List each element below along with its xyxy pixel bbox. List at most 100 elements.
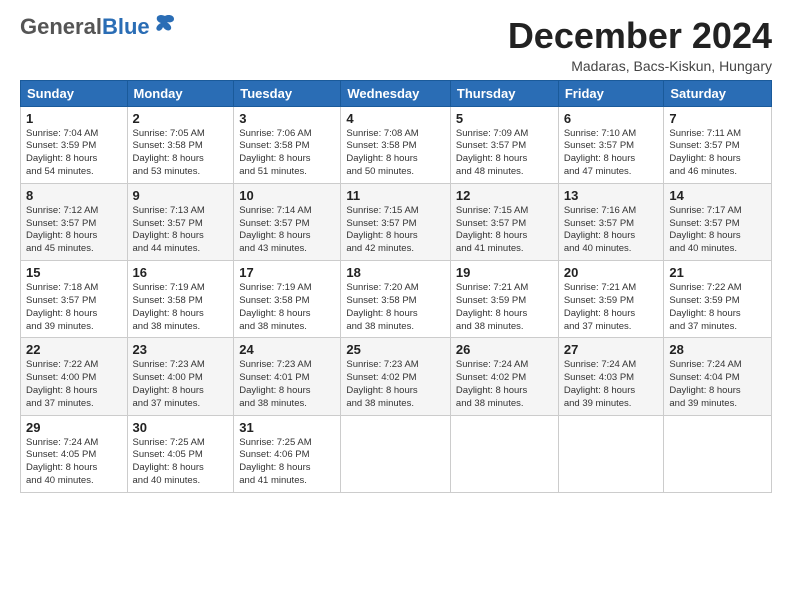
day-number: 31 — [239, 420, 335, 435]
calendar-cell: 9Sunrise: 7:13 AM Sunset: 3:57 PM Daylig… — [127, 183, 234, 260]
day-info: Sunrise: 7:19 AM Sunset: 3:58 PM Dayligh… — [239, 282, 335, 333]
calendar-cell: 21 Sunrise: 7:22 AM Sunset: 3:59 PM Dayli… — [664, 261, 772, 338]
day-number: 5 — [456, 111, 553, 126]
day-number: 26 — [456, 342, 553, 357]
day-number: 4 — [346, 111, 445, 126]
day-info: Sunrise: 7:25 AM Sunset: 4:05 PM Dayligh… — [133, 437, 229, 488]
calendar-cell: 16 Sunrise: 7:19 AM Sunset: 3:58 PM Dayli… — [127, 261, 234, 338]
day-info: Sunrise: 7:05 AM Sunset: 3:58 PM Dayligh… — [133, 128, 229, 179]
calendar-header-monday: Monday — [127, 80, 234, 106]
day-info: Sunrise: 7:15 AM Sunset: 3:57 PM Dayligh… — [346, 205, 445, 256]
day-info: Sunrise: 7:23 AM Sunset: 4:00 PM Dayligh… — [133, 359, 229, 410]
calendar-week-row: 15 Sunrise: 7:18 AM Sunset: 3:57 PM Dayli… — [21, 261, 772, 338]
calendar-cell: 7 Sunrise: 7:11 AM Sunset: 3:57 PM Daylig… — [664, 106, 772, 183]
day-number: 17 — [239, 265, 335, 280]
day-number: 18 — [346, 265, 445, 280]
day-info: Sunrise: 7:17 AM Sunset: 3:57 PM Dayligh… — [669, 205, 766, 256]
day-number: 20 — [564, 265, 659, 280]
day-info: Sunrise: 7:25 AM Sunset: 4:06 PM Dayligh… — [239, 437, 335, 488]
day-info: Sunrise: 7:19 AM Sunset: 3:58 PM Dayligh… — [133, 282, 229, 333]
calendar-cell: 14 Sunrise: 7:17 AM Sunset: 3:57 PM Dayli… — [664, 183, 772, 260]
day-info: Sunrise: 7:08 AM Sunset: 3:58 PM Dayligh… — [346, 128, 445, 179]
day-number: 2 — [133, 111, 229, 126]
day-number: 11 — [346, 188, 445, 203]
day-number: 21 — [669, 265, 766, 280]
calendar-cell: 28 Sunrise: 7:24 AM Sunset: 4:04 PM Dayli… — [664, 338, 772, 415]
calendar-cell: 25Sunrise: 7:23 AM Sunset: 4:02 PM Dayli… — [341, 338, 451, 415]
calendar-cell: 13 Sunrise: 7:16 AM Sunset: 3:57 PM Dayli… — [558, 183, 664, 260]
day-number: 23 — [133, 342, 229, 357]
day-number: 12 — [456, 188, 553, 203]
day-number: 10 — [239, 188, 335, 203]
calendar-cell: 22Sunrise: 7:22 AM Sunset: 4:00 PM Dayli… — [21, 338, 128, 415]
day-info: Sunrise: 7:24 AM Sunset: 4:05 PM Dayligh… — [26, 437, 122, 488]
month-title: December 2024 — [508, 16, 772, 56]
calendar-header-row: SundayMondayTuesdayWednesdayThursdayFrid… — [21, 80, 772, 106]
calendar-header-tuesday: Tuesday — [234, 80, 341, 106]
calendar-cell: 8Sunrise: 7:12 AM Sunset: 3:57 PM Daylig… — [21, 183, 128, 260]
day-number: 8 — [26, 188, 122, 203]
day-info: Sunrise: 7:16 AM Sunset: 3:57 PM Dayligh… — [564, 205, 659, 256]
day-number: 30 — [133, 420, 229, 435]
calendar-cell: 1 Sunrise: 7:04 AM Sunset: 3:59 PM Daylig… — [21, 106, 128, 183]
calendar-week-row: 29 Sunrise: 7:24 AM Sunset: 4:05 PM Dayli… — [21, 415, 772, 492]
calendar-cell: 6 Sunrise: 7:10 AM Sunset: 3:57 PM Daylig… — [558, 106, 664, 183]
calendar-week-row: 22Sunrise: 7:22 AM Sunset: 4:00 PM Dayli… — [21, 338, 772, 415]
day-number: 19 — [456, 265, 553, 280]
calendar-cell: 27 Sunrise: 7:24 AM Sunset: 4:03 PM Dayli… — [558, 338, 664, 415]
calendar-cell: 17 Sunrise: 7:19 AM Sunset: 3:58 PM Dayli… — [234, 261, 341, 338]
calendar-cell: 19Sunrise: 7:21 AM Sunset: 3:59 PM Dayli… — [450, 261, 558, 338]
calendar-cell: 10 Sunrise: 7:14 AM Sunset: 3:57 PM Dayli… — [234, 183, 341, 260]
calendar-cell: 4 Sunrise: 7:08 AM Sunset: 3:58 PM Daylig… — [341, 106, 451, 183]
day-number: 25 — [346, 342, 445, 357]
calendar-cell: 15 Sunrise: 7:18 AM Sunset: 3:57 PM Dayli… — [21, 261, 128, 338]
day-info: Sunrise: 7:24 AM Sunset: 4:02 PM Dayligh… — [456, 359, 553, 410]
day-number: 13 — [564, 188, 659, 203]
calendar-cell — [341, 415, 451, 492]
logo-text: GeneralBlue — [20, 16, 150, 38]
calendar-cell: 26 Sunrise: 7:24 AM Sunset: 4:02 PM Dayli… — [450, 338, 558, 415]
day-number: 1 — [26, 111, 122, 126]
calendar-header-saturday: Saturday — [664, 80, 772, 106]
calendar-header-sunday: Sunday — [21, 80, 128, 106]
day-number: 29 — [26, 420, 122, 435]
calendar-cell — [558, 415, 664, 492]
day-number: 28 — [669, 342, 766, 357]
day-info: Sunrise: 7:18 AM Sunset: 3:57 PM Dayligh… — [26, 282, 122, 333]
calendar-cell: 5 Sunrise: 7:09 AM Sunset: 3:57 PM Daylig… — [450, 106, 558, 183]
day-info: Sunrise: 7:11 AM Sunset: 3:57 PM Dayligh… — [669, 128, 766, 179]
day-number: 7 — [669, 111, 766, 126]
day-info: Sunrise: 7:23 AM Sunset: 4:01 PM Dayligh… — [239, 359, 335, 410]
calendar-header-thursday: Thursday — [450, 80, 558, 106]
calendar-cell: 24Sunrise: 7:23 AM Sunset: 4:01 PM Dayli… — [234, 338, 341, 415]
day-number: 16 — [133, 265, 229, 280]
day-number: 14 — [669, 188, 766, 203]
page: GeneralBlue December 2024 Madaras, Bacs-… — [0, 0, 792, 503]
day-info: Sunrise: 7:09 AM Sunset: 3:57 PM Dayligh… — [456, 128, 553, 179]
calendar-cell: 18Sunrise: 7:20 AM Sunset: 3:58 PM Dayli… — [341, 261, 451, 338]
title-area: December 2024 Madaras, Bacs-Kiskun, Hung… — [508, 16, 772, 74]
day-number: 6 — [564, 111, 659, 126]
logo-general: General — [20, 14, 102, 39]
calendar-cell: 3Sunrise: 7:06 AM Sunset: 3:58 PM Daylig… — [234, 106, 341, 183]
day-info: Sunrise: 7:24 AM Sunset: 4:03 PM Dayligh… — [564, 359, 659, 410]
day-number: 22 — [26, 342, 122, 357]
calendar-cell: 31 Sunrise: 7:25 AM Sunset: 4:06 PM Dayli… — [234, 415, 341, 492]
day-info: Sunrise: 7:10 AM Sunset: 3:57 PM Dayligh… — [564, 128, 659, 179]
location: Madaras, Bacs-Kiskun, Hungary — [508, 58, 772, 74]
day-number: 27 — [564, 342, 659, 357]
day-info: Sunrise: 7:04 AM Sunset: 3:59 PM Dayligh… — [26, 128, 122, 179]
calendar-week-row: 8Sunrise: 7:12 AM Sunset: 3:57 PM Daylig… — [21, 183, 772, 260]
day-info: Sunrise: 7:15 AM Sunset: 3:57 PM Dayligh… — [456, 205, 553, 256]
calendar-cell: 30 Sunrise: 7:25 AM Sunset: 4:05 PM Dayli… — [127, 415, 234, 492]
day-info: Sunrise: 7:21 AM Sunset: 3:59 PM Dayligh… — [564, 282, 659, 333]
day-info: Sunrise: 7:22 AM Sunset: 3:59 PM Dayligh… — [669, 282, 766, 333]
day-number: 15 — [26, 265, 122, 280]
calendar-cell: 11 Sunrise: 7:15 AM Sunset: 3:57 PM Dayli… — [341, 183, 451, 260]
header: GeneralBlue December 2024 Madaras, Bacs-… — [20, 16, 772, 74]
calendar-cell: 2 Sunrise: 7:05 AM Sunset: 3:58 PM Daylig… — [127, 106, 234, 183]
day-info: Sunrise: 7:24 AM Sunset: 4:04 PM Dayligh… — [669, 359, 766, 410]
day-info: Sunrise: 7:14 AM Sunset: 3:57 PM Dayligh… — [239, 205, 335, 256]
calendar-cell — [450, 415, 558, 492]
calendar-cell: 12 Sunrise: 7:15 AM Sunset: 3:57 PM Dayli… — [450, 183, 558, 260]
